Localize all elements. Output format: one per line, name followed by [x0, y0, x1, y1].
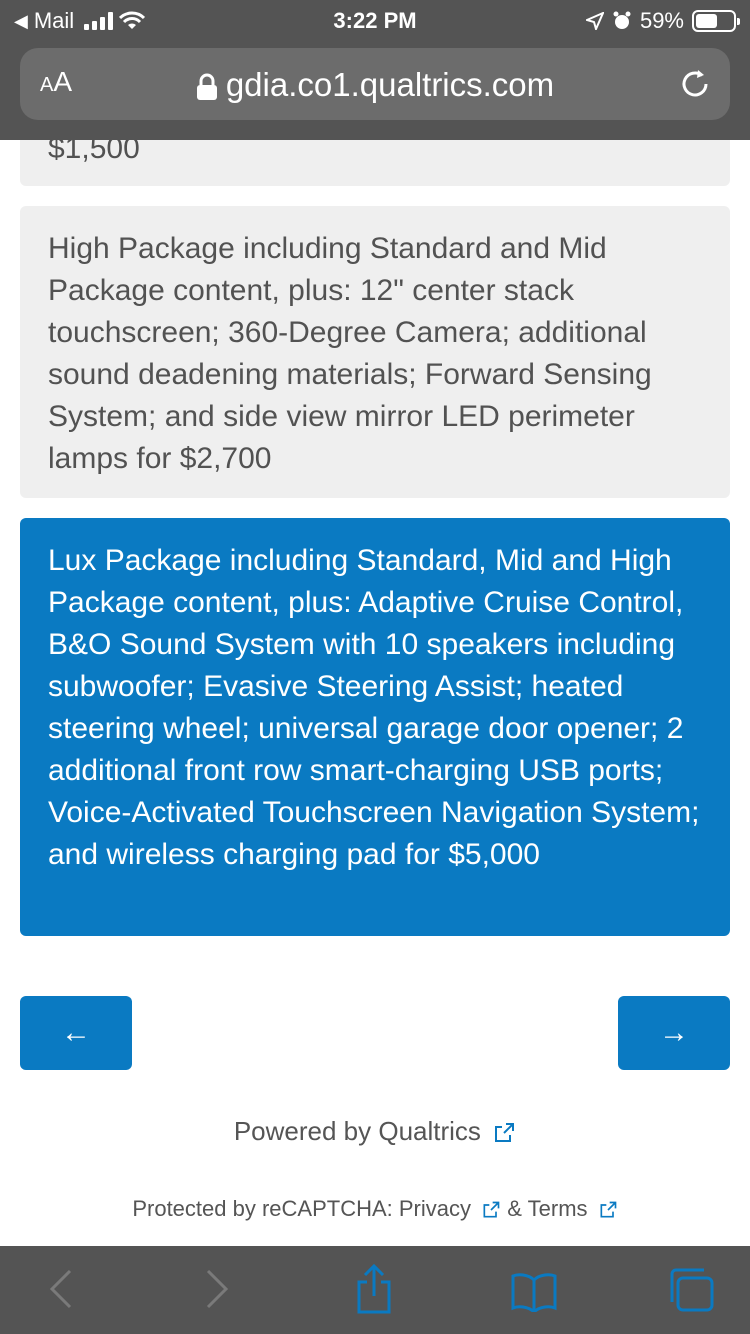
battery-percent: 59% [639, 8, 684, 33]
chevron-left-icon[interactable] [48, 1268, 74, 1310]
external-link-icon [600, 1201, 616, 1218]
next-arrow-icon: → [659, 1016, 689, 1049]
browser-toolbar [0, 1246, 750, 1334]
lux-package-option-selected[interactable]: Lux Package including Standard, Mid and … [20, 518, 730, 936]
powered-by-text: Powered by Qualtrics [233, 1116, 481, 1146]
high-package-option[interactable]: High Package including Standard and Mid … [20, 206, 730, 498]
privacy-link[interactable]: Protected by reCAPTCHA: Privacy [132, 1196, 471, 1221]
external-link-icon [495, 1123, 515, 1143]
address-bar[interactable]: AA gdia.co1.qualtrics.com [20, 48, 730, 120]
external-link-icon [483, 1201, 500, 1218]
reload-icon[interactable] [678, 66, 712, 102]
url-display[interactable]: gdia.co1.qualtrics.com [20, 66, 730, 104]
share-icon[interactable] [354, 1264, 394, 1314]
battery-icon [692, 10, 740, 32]
recaptcha-notice: Protected by reCAPTCHA: Privacy & Terms [0, 1196, 750, 1222]
browser-top-chrome: ◀ Mail 3:22 PM 59% AA gdia.co1.qualtrics… [0, 0, 750, 140]
lux-package-label: Lux Package including Standard, Mid and … [48, 544, 700, 871]
alarm-icon [613, 11, 631, 29]
terms-link[interactable]: & Terms [507, 1196, 587, 1221]
bookmarks-icon[interactable] [510, 1272, 558, 1312]
back-button[interactable]: ← [20, 996, 132, 1070]
status-bar: ◀ Mail 3:22 PM 59% [0, 0, 750, 40]
powered-by-link[interactable]: Powered by Qualtrics [0, 1116, 750, 1147]
location-icon [585, 12, 604, 30]
next-button[interactable]: → [618, 996, 730, 1070]
back-arrow-icon: ← [61, 1016, 91, 1049]
tabs-icon[interactable] [666, 1266, 716, 1314]
high-package-label: High Package including Standard and Mid … [48, 232, 652, 475]
chevron-right-icon[interactable] [204, 1268, 230, 1310]
lock-icon [196, 73, 217, 101]
url-text: gdia.co1.qualtrics.com [225, 66, 555, 103]
